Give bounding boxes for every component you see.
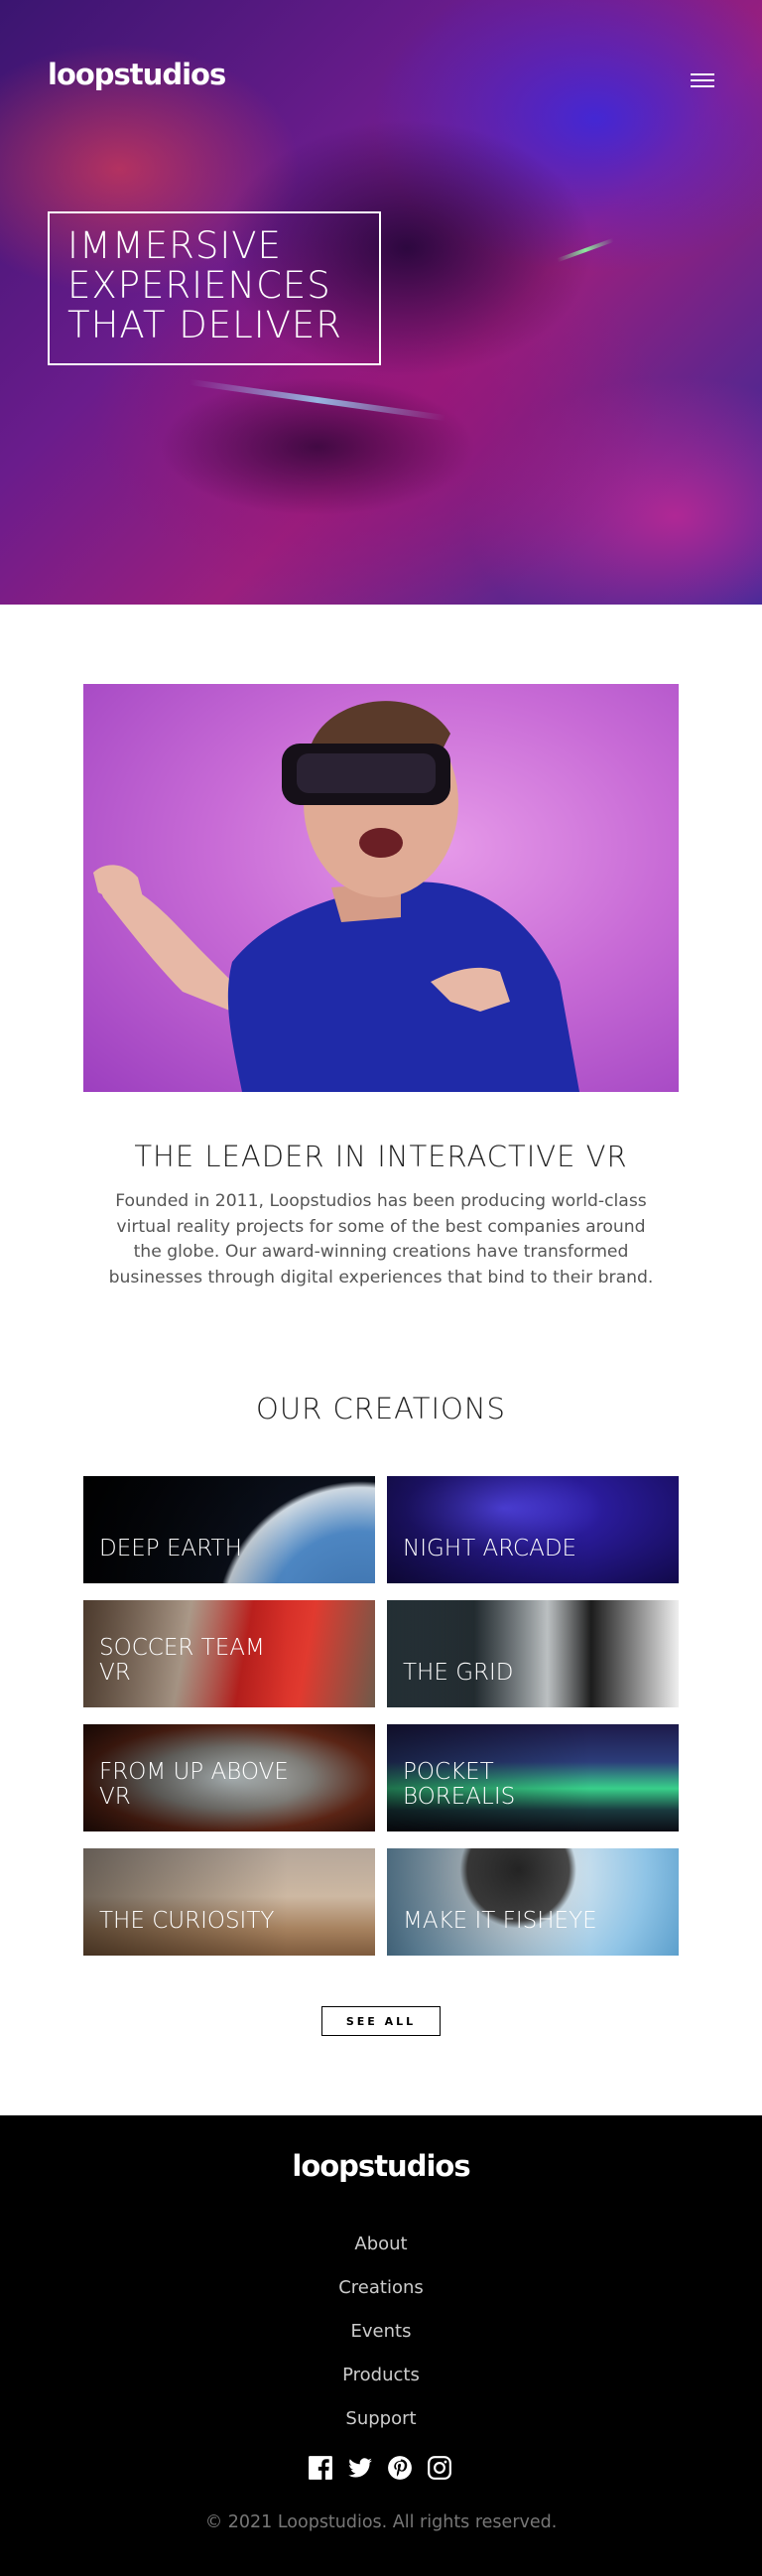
hero-title-box: IMMERSIVE EXPERIENCES THAT DELIVER: [48, 211, 381, 365]
creation-card-night-arcade[interactable]: NIGHT ARCADE: [387, 1476, 679, 1583]
creation-card-make-it-fisheye[interactable]: MAKE IT FISHEYE: [387, 1848, 679, 1956]
pinterest-icon[interactable]: [387, 2455, 413, 2481]
creation-card-label: POCKET BOREALIS: [403, 1759, 516, 1810]
leader-section-title: THE LEADER IN INTERACTIVE VR: [134, 1140, 628, 1173]
header-logo[interactable]: loopstudios: [48, 58, 226, 91]
see-all-button[interactable]: SEE ALL: [321, 2006, 441, 2036]
creation-card-label: MAKE IT FISHEYE: [403, 1908, 597, 1934]
footer-logo[interactable]: loopstudios: [0, 2149, 762, 2183]
hero-title: IMMERSIVE EXPERIENCES THAT DELIVER: [67, 224, 343, 346]
footer-link-creations[interactable]: Creations: [0, 2266, 762, 2310]
creation-card-the-grid[interactable]: THE GRID: [387, 1600, 679, 1707]
footer-link-events[interactable]: Events: [0, 2310, 762, 2354]
footer-link-support[interactable]: Support: [0, 2397, 762, 2441]
creation-card-soccer-team-vr[interactable]: SOCCER TEAM VR: [83, 1600, 375, 1707]
footer: loopstudios About Creations Events Produ…: [0, 2115, 762, 2576]
creation-card-deep-earth[interactable]: DEEP EARTH: [83, 1476, 375, 1583]
creation-card-the-curiosity[interactable]: THE CURIOSITY: [83, 1848, 375, 1956]
vr-person-image: [83, 684, 679, 1092]
hamburger-icon[interactable]: [691, 71, 716, 89]
social-icons: [308, 2455, 456, 2481]
footer-link-products[interactable]: Products: [0, 2354, 762, 2397]
facebook-icon[interactable]: [308, 2455, 333, 2481]
instagram-icon[interactable]: [427, 2455, 452, 2481]
hero-section: loopstudios IMMERSIVE EXPERIENCES THAT D…: [0, 0, 762, 605]
footer-link-about[interactable]: About: [0, 2223, 762, 2266]
creations-section-title: OUR CREATIONS: [256, 1392, 506, 1425]
creation-card-label: SOCCER TEAM VR: [99, 1635, 265, 1686]
creation-card-pocket-borealis[interactable]: POCKET BOREALIS: [387, 1724, 679, 1831]
copyright-text: © 2021 Loopstudios. All rights reserved.: [204, 2512, 558, 2532]
creation-card-label: FROM UP ABOVE VR: [99, 1759, 289, 1810]
twitter-icon[interactable]: [347, 2455, 373, 2481]
creation-card-label: DEEP EARTH: [99, 1536, 242, 1561]
creation-card-label: THE CURIOSITY: [99, 1908, 275, 1934]
creation-card-label: NIGHT ARCADE: [403, 1536, 577, 1561]
leader-section-text: Founded in 2011, Loopstudios has been pr…: [108, 1191, 654, 1288]
creation-card-label: THE GRID: [403, 1660, 514, 1686]
footer-nav: About Creations Events Products Support: [0, 2223, 762, 2441]
creation-card-from-up-above-vr[interactable]: FROM UP ABOVE VR: [83, 1724, 375, 1831]
